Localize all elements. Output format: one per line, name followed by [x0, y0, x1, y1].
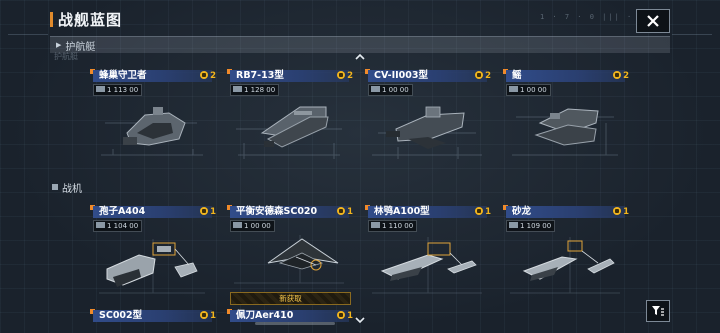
- card-count-badge: 1: [337, 310, 353, 322]
- card-name: 蜂巢守卫者: [99, 70, 147, 81]
- close-icon: [647, 15, 659, 27]
- card-count-badge: 1: [200, 310, 216, 322]
- blueprint-card[interactable]: RB7-13型 2 1 128 00: [227, 69, 353, 165]
- stat-icon: [371, 222, 380, 228]
- card-name-bar: 林鸮A100型 1: [368, 206, 491, 218]
- card-count-badge: 2: [200, 70, 216, 82]
- card-count-badge: 2: [613, 70, 629, 82]
- top-bar: 战舰蓝图 1 · 7 · 0 ||| · ·: [0, 0, 720, 34]
- blueprint-token-icon: [337, 207, 346, 215]
- expand-triangle-icon: ▶: [56, 41, 62, 49]
- scrollbar[interactable]: [255, 322, 335, 325]
- card-name: 佩刀Aer410: [236, 310, 294, 321]
- card-name-bar: 鳐 2: [506, 70, 629, 82]
- card-name-bar: SC002型 1: [93, 310, 216, 322]
- section-marker-icon: [52, 184, 58, 190]
- card-name-bar: 佩刀Aer410 1: [230, 310, 353, 322]
- filter-button[interactable]: [646, 300, 670, 322]
- blueprint-card[interactable]: 鳐 2 1 00 00: [503, 69, 629, 165]
- page-title: 战舰蓝图: [58, 11, 123, 29]
- stat-icon: [96, 86, 105, 92]
- section-header-fighters: 战机: [52, 180, 92, 195]
- card-name: 砂龙: [512, 206, 532, 217]
- stat-icon: [96, 222, 105, 228]
- card-name-bar: 孢子A404 1: [93, 206, 216, 218]
- chevron-down-icon: [355, 317, 365, 324]
- blueprint-token-icon: [475, 207, 484, 215]
- ship-silhouette: [510, 237, 620, 294]
- ship-silhouette: [372, 237, 482, 294]
- ship-silhouette: [99, 239, 205, 294]
- card-count-badge: 2: [337, 70, 353, 82]
- blueprint-card[interactable]: 林鸮A100型 1 1 110 00: [365, 205, 491, 301]
- blueprint-card[interactable]: 平衡安德森SC020 1 1 00 00 新获取: [227, 205, 353, 305]
- card-count-badge: 1: [475, 206, 491, 218]
- stat-icon: [233, 222, 242, 228]
- hud-line: [8, 34, 48, 35]
- blueprint-token-icon: [200, 207, 209, 215]
- hud-decoration: 1 · 7 · 0 ||| · ·: [540, 13, 646, 21]
- close-button[interactable]: [636, 9, 670, 33]
- stat-icon: [509, 86, 518, 92]
- blueprint-token-icon: [613, 71, 622, 79]
- blueprint-card[interactable]: SC002型 1: [90, 309, 216, 329]
- blueprint-card[interactable]: 砂龙 1 1 109 00: [503, 205, 629, 301]
- filter-icon: [652, 306, 664, 316]
- blueprint-token-icon: [613, 207, 622, 215]
- stat-icon: [509, 222, 518, 228]
- card-name-bar: 平衡安德森SC020 1: [230, 206, 353, 218]
- new-acquired-banner: 新获取: [230, 292, 351, 305]
- category-filter-bar[interactable]: ▶ 护航艇: [50, 36, 670, 53]
- card-name: 平衡安德森SC020: [236, 206, 318, 217]
- ship-silhouette: [512, 108, 618, 156]
- ship-silhouette: [101, 107, 203, 156]
- blueprint-token-icon: [475, 71, 484, 79]
- scroll-up-button[interactable]: [355, 52, 365, 63]
- blueprint-token-icon: [200, 71, 209, 79]
- card-count-badge: 1: [613, 206, 629, 218]
- card-name: 孢子A404: [99, 206, 146, 217]
- title-accent: [50, 12, 53, 27]
- blueprint-card[interactable]: 佩刀Aer410 1: [227, 309, 353, 329]
- card-name-bar: 砂龙 1: [506, 206, 629, 218]
- ship-silhouette: [234, 235, 344, 284]
- card-count-badge: 1: [200, 206, 216, 218]
- blueprint-card[interactable]: CV-II003型 2 1 00 00: [365, 69, 491, 165]
- blueprint-card[interactable]: 蜂巢守卫者 2 1 113 00: [90, 69, 216, 165]
- ship-silhouette: [236, 106, 342, 159]
- card-name-bar: CV-II003型 2: [368, 70, 491, 82]
- chevron-up-icon: [355, 53, 365, 60]
- card-name-bar: 蜂巢守卫者 2: [93, 70, 216, 82]
- scroll-down-button[interactable]: [355, 316, 365, 327]
- section-label: 战机: [62, 183, 82, 195]
- card-name: RB7-13型: [236, 70, 284, 81]
- card-name: 林鸮A100型: [374, 206, 430, 217]
- hud-line: [672, 34, 712, 35]
- blueprint-token-icon: [337, 71, 346, 79]
- card-name: SC002型: [99, 310, 143, 321]
- ship-silhouette: [372, 106, 482, 159]
- card-name: CV-II003型: [374, 70, 428, 81]
- ghost-category-label: 护航艇: [54, 52, 78, 61]
- blueprint-card[interactable]: 孢子A404 1 1 104 00: [90, 205, 216, 301]
- card-name-bar: RB7-13型 2: [230, 70, 353, 82]
- card-count-badge: 1: [337, 206, 353, 218]
- stat-icon: [233, 86, 242, 92]
- blueprint-token-icon: [337, 311, 346, 319]
- stat-icon: [371, 86, 380, 92]
- card-count-badge: 2: [475, 70, 491, 82]
- blueprint-token-icon: [200, 311, 209, 319]
- card-name: 鳐: [512, 70, 522, 81]
